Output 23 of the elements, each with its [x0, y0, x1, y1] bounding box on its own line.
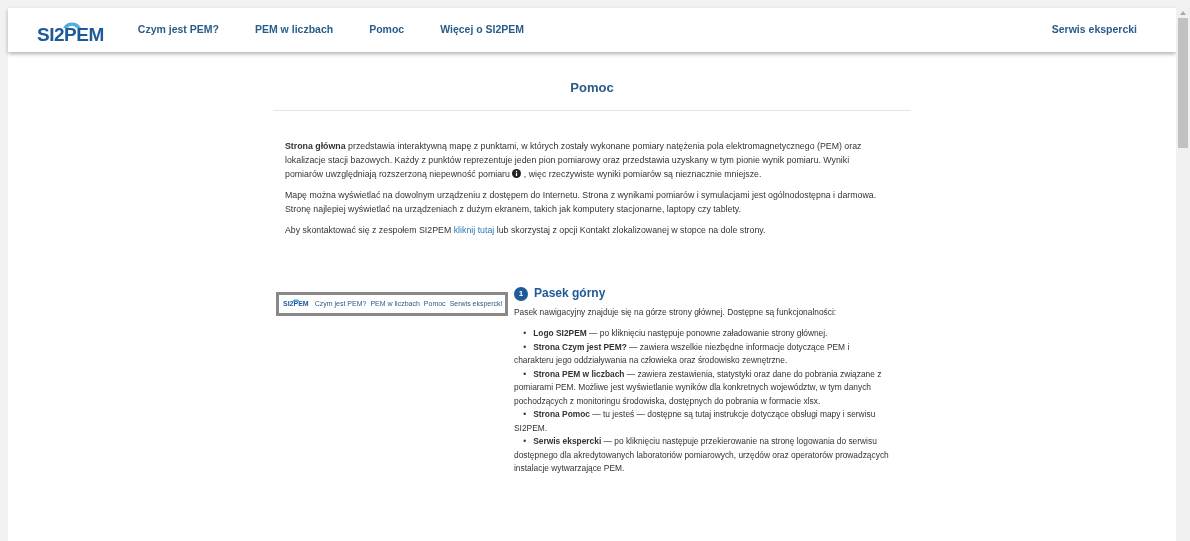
- nav-link[interactable]: PEM w liczbach: [254, 22, 334, 38]
- list-item: • Serwis ekspercki — po kliknięciu następuje przekierowanie na stronę logowania do serwisu dostępnego dla akredytowanych laboratoriów pomiarowych, urzędów oraz operatorów prowadzących instalacje wytwarzające PEM.: [514, 435, 889, 475]
- info-icon[interactable]: [512, 168, 522, 178]
- paragraph: Mapę można wyświetlać na dowolnym urządzeniu z dostępem do Internetu. Strona z wynikami pomiarów i symulacjami jest ogólnodostępna i darmowa. Stronę najlepiej wyświetlać na urządzeniach z dużym ekranem, takich jak komputery stacjonarne, laptopy czy tablety.: [285, 188, 878, 216]
- nav-link[interactable]: Czym jest PEM?: [137, 22, 219, 38]
- list-item: • Logo SI2PEM — po kliknięciu następuje ponowne załadowanie strony głównej.: [522, 327, 829, 340]
- page-title: Pomoc: [570, 79, 614, 97]
- signal-arc-icon: [292, 297, 300, 302]
- list-item: • Strona Czym jest PEM? — zawiera wszelkie niezbędne informacje dotyczące PEM i charakteru jego oddziaływania na człowieka oraz środowisko zewnętrzne.: [514, 340, 851, 367]
- logo[interactable]: SI2PEM: [37, 24, 104, 44]
- list-item: • Strona Pomoc — tu jesteś — dostępne są tutaj instrukcje dotyczące obsługi mapy i serwisu SI2PEM.: [514, 408, 877, 435]
- scroll-up-arrow-icon[interactable]: [1180, 11, 1186, 15]
- section-lead: Pasek nawigacyjny znajduje się na górze strony głównej. Dostępne są funkcjonalności:: [514, 305, 838, 319]
- list-item: • Strona PEM w liczbach — zawiera zestawienia, statystyki oraz dane do pobrania związane z pomiarami PEM. Możliwe jest wyświetlanie wyników dla konkretnych województw, w tym danych pochodzących z monitoringu środowiska, dostępnych do pobrania w formacie xlsx.: [514, 367, 883, 408]
- paragraph: Strona główna przedstawia interaktywną mapę z punktami, w których zostały wykonane pomiary natężenia pola elektromagnetycznego (PEM) oraz lokalizacje stacji bazowych. Każdy z punktów reprezentuje jeden pion pomiarowy oraz przedstawia uzyskany w tym pionie wynik pomiaru. Wyniki pomiarów uwzględniają rozszerzoną niepewność pomiaru , więc rzeczywiste wyniki pomiarów są nieznacznie mniejsze.: [285, 139, 863, 181]
- nav-link[interactable]: Serwis ekspercki: [1051, 22, 1137, 38]
- scrollbar-thumb[interactable]: [1178, 18, 1188, 148]
- section-title: Pasek górny: [534, 286, 606, 301]
- paragraph: Aby skontaktować się z zespołem SI2PEM kliknij tutaj lub skorzystaj z opcji Kontakt zlokalizowanej w stopce na dole strony.: [285, 223, 767, 237]
- nav-link[interactable]: Pomoc: [369, 22, 405, 38]
- step-number-badge: 1: [514, 286, 528, 301]
- nav-link[interactable]: Więcej o SI2PEM: [440, 22, 525, 38]
- contact-link[interactable]: kliknij tutaj: [453, 224, 495, 235]
